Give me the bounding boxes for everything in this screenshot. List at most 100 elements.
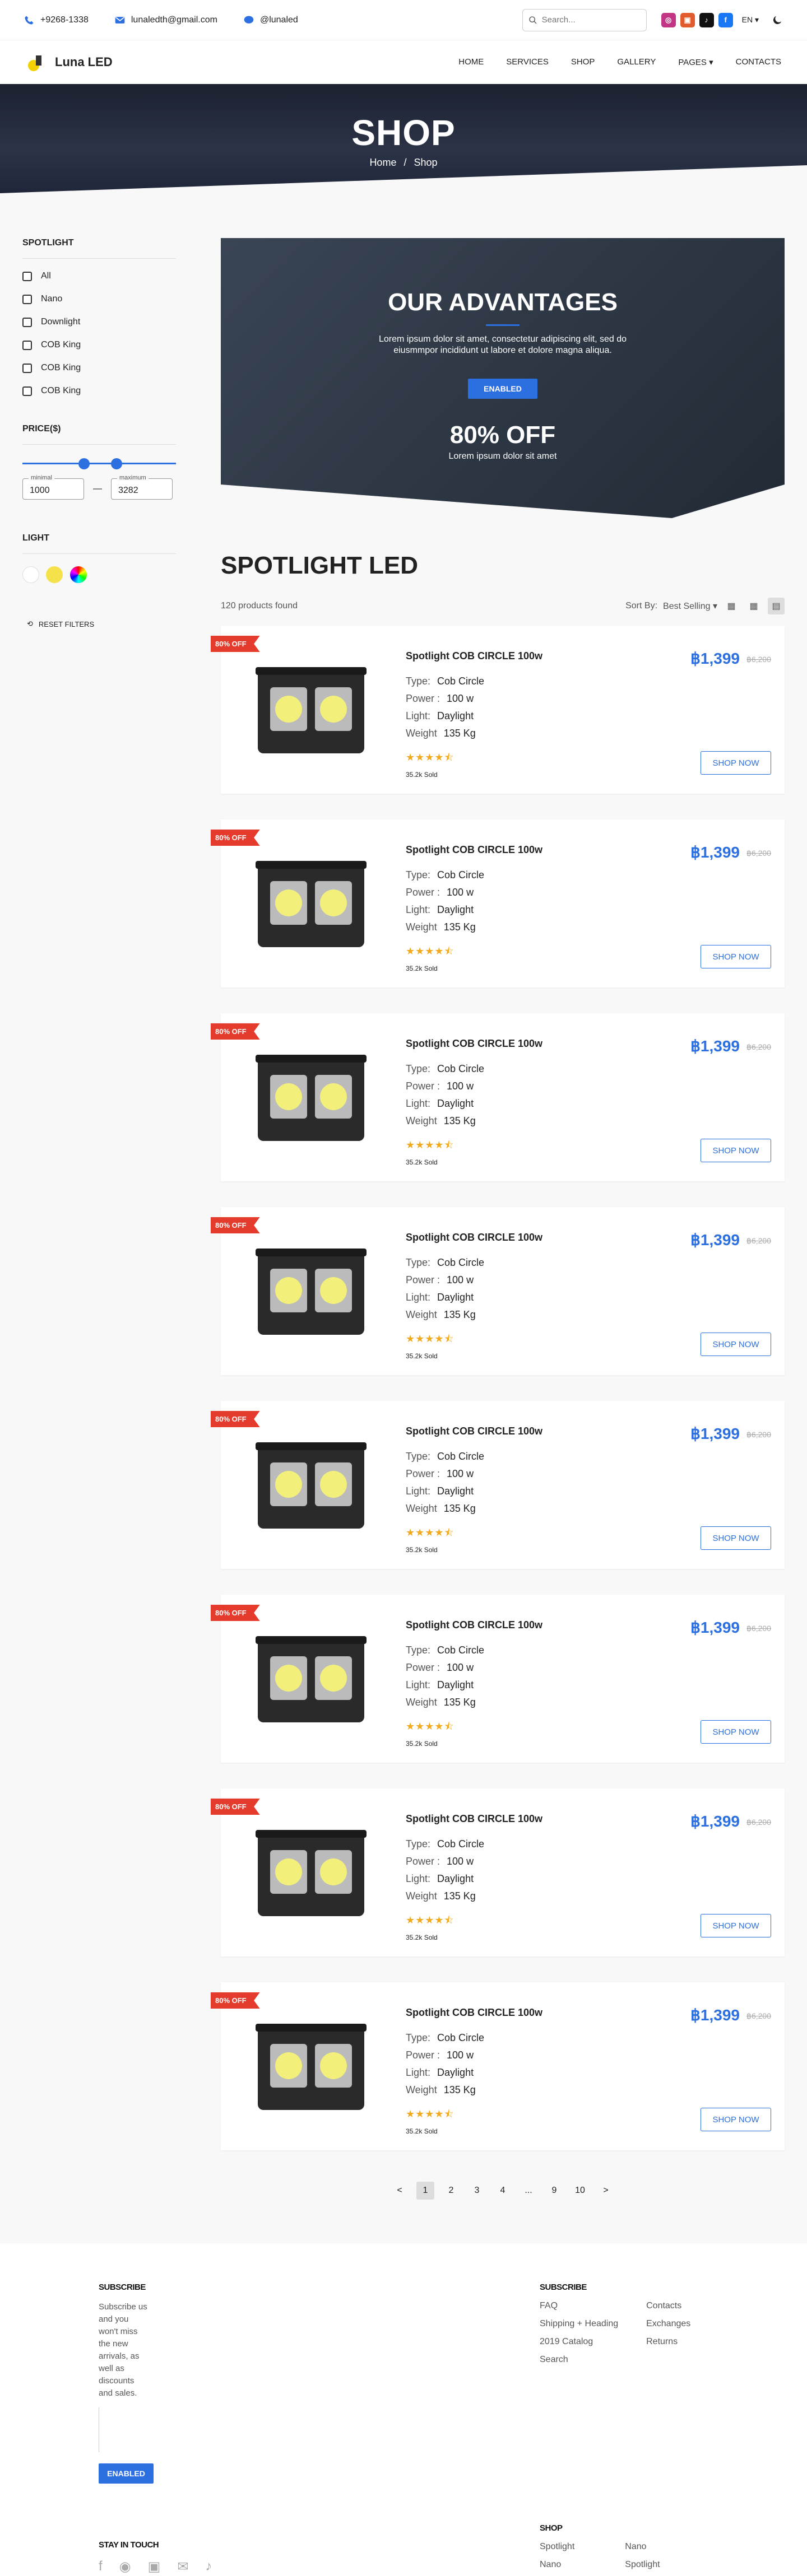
page-button[interactable]: 4: [494, 2182, 512, 2200]
shop-now-button[interactable]: SHOP NOW: [701, 751, 771, 775]
product-card[interactable]: 80% OFF Spotlight COB CIRCLE 100w Type: Cob…: [211, 1207, 785, 1375]
product-image[interactable]: [252, 1824, 370, 1923]
filter-option[interactable]: Downlight: [22, 317, 176, 327]
footer-link[interactable]: Spotlight: [625, 2560, 660, 2570]
footer-link[interactable]: 2019 Catalog: [540, 2337, 618, 2347]
nav-gallery[interactable]: GALLERY: [617, 57, 656, 67]
search-box[interactable]: [522, 8, 647, 31]
product-image[interactable]: [252, 2018, 370, 2117]
filter-option[interactable]: All: [22, 271, 176, 281]
grid-small-view-icon[interactable]: ▦: [745, 598, 762, 614]
page-button[interactable]: 1: [416, 2182, 434, 2200]
phone-contact[interactable]: +9268-1338: [24, 15, 89, 26]
line-icon[interactable]: ◉: [119, 2559, 131, 2575]
product-name[interactable]: Spotlight COB CIRCLE 100w: [406, 1619, 542, 1631]
footer-link[interactable]: Spotlight: [540, 2542, 574, 2552]
nav-contacts[interactable]: CONTACTS: [736, 57, 781, 67]
dark-mode-icon[interactable]: [771, 14, 783, 26]
product-card[interactable]: 80% OFF Spotlight COB CIRCLE 100w Type: Cob…: [211, 1595, 785, 1763]
page-button[interactable]: 3: [468, 2182, 486, 2200]
product-card[interactable]: 80% OFF Spotlight COB CIRCLE 100w Type: Cob…: [211, 1013, 785, 1181]
product-card[interactable]: 80% OFF Spotlight COB CIRCLE 100w Type: Cob…: [211, 1982, 785, 2150]
mail-icon[interactable]: ✉: [177, 2559, 188, 2575]
product-name[interactable]: Spotlight COB CIRCLE 100w: [406, 1038, 542, 1050]
shop-now-button[interactable]: SHOP NOW: [701, 1720, 771, 1744]
line-contact[interactable]: @lunaled: [243, 15, 298, 26]
list-view-icon[interactable]: ▤: [768, 598, 785, 614]
filter-option[interactable]: COB King: [22, 363, 176, 373]
nav-pages[interactable]: PAGES ▾: [678, 57, 713, 67]
checkbox[interactable]: [22, 271, 32, 281]
swatch-rgb[interactable]: [69, 566, 87, 583]
shop-icon[interactable]: ▣: [148, 2559, 161, 2575]
footer-link[interactable]: Nano: [625, 2542, 660, 2552]
footer-link[interactable]: FAQ: [540, 2301, 618, 2311]
footer-link[interactable]: Shipping + Heading: [540, 2319, 618, 2329]
language-select[interactable]: EN ▾: [742, 15, 759, 25]
product-name[interactable]: Spotlight COB CIRCLE 100w: [406, 844, 542, 856]
banner-button[interactable]: ENABLED: [468, 379, 537, 399]
shop-now-button[interactable]: SHOP NOW: [701, 2108, 771, 2131]
product-card[interactable]: 80% OFF Spotlight COB CIRCLE 100w Type: Cob…: [211, 1401, 785, 1569]
sort-select[interactable]: Best Selling ▾: [663, 600, 717, 612]
shopee-icon[interactable]: ▣: [680, 12, 695, 27]
shop-now-button[interactable]: SHOP NOW: [701, 1333, 771, 1356]
prev-page-button[interactable]: <: [391, 2182, 409, 2200]
footer-link[interactable]: Nano: [540, 2560, 574, 2570]
swatch-white[interactable]: [22, 566, 39, 583]
filter-option[interactable]: COB King: [22, 340, 176, 350]
shop-now-button[interactable]: SHOP NOW: [701, 1914, 771, 1937]
swatch-yellow[interactable]: [46, 566, 63, 583]
tiktok-icon[interactable]: ♪: [699, 12, 714, 27]
product-card[interactable]: 80% OFF Spotlight COB CIRCLE 100w Type: Cob…: [211, 1788, 785, 1957]
checkbox[interactable]: [22, 317, 32, 327]
product-name[interactable]: Spotlight COB CIRCLE 100w: [406, 1813, 542, 1825]
grid-view-icon[interactable]: ▦: [723, 598, 740, 614]
product-image[interactable]: [252, 1631, 370, 1729]
checkbox[interactable]: [22, 386, 32, 396]
nav-shop[interactable]: SHOP: [571, 57, 595, 67]
product-image[interactable]: [252, 1243, 370, 1341]
subscribe-button[interactable]: ENABLED: [99, 2463, 154, 2484]
checkbox[interactable]: [22, 340, 32, 350]
tiktok-icon[interactable]: ♪: [205, 2559, 212, 2575]
product-image[interactable]: [252, 662, 370, 760]
price-max-field[interactable]: maximum 3282: [111, 474, 173, 500]
shop-now-button[interactable]: SHOP NOW: [701, 1526, 771, 1550]
product-name[interactable]: Spotlight COB CIRCLE 100w: [406, 1426, 542, 1437]
facebook-icon[interactable]: f: [99, 2559, 103, 2575]
product-card[interactable]: 80% OFF Spotlight COB CIRCLE 100w Type: Cob…: [211, 819, 785, 987]
price-range-slider[interactable]: [22, 457, 176, 471]
price-min-field[interactable]: minimal 1000: [22, 474, 84, 500]
footer-link[interactable]: Exchanges: [646, 2319, 690, 2329]
footer-link[interactable]: Returns: [646, 2337, 690, 2347]
product-image[interactable]: [252, 1049, 370, 1148]
checkbox[interactable]: [22, 294, 32, 304]
page-button[interactable]: 2: [442, 2182, 460, 2200]
next-page-button[interactable]: >: [597, 2182, 615, 2200]
footer-link[interactable]: Contacts: [646, 2301, 690, 2311]
product-name[interactable]: Spotlight COB CIRCLE 100w: [406, 650, 542, 662]
nav-services[interactable]: SERVICES: [506, 57, 549, 67]
shop-now-button[interactable]: SHOP NOW: [701, 945, 771, 968]
checkbox[interactable]: [22, 363, 32, 373]
product-image[interactable]: [252, 855, 370, 954]
email-contact[interactable]: lunaledth@gmail.com: [114, 15, 217, 26]
search-input[interactable]: [541, 15, 637, 25]
reset-filters-button[interactable]: ⟲ RESET FILTERS: [27, 619, 176, 628]
instagram-icon[interactable]: ◎: [661, 12, 676, 27]
slider-max-handle[interactable]: [111, 458, 122, 469]
slider-min-handle[interactable]: [78, 458, 90, 469]
product-image[interactable]: [252, 1437, 370, 1535]
facebook-icon[interactable]: f: [718, 12, 733, 27]
product-name[interactable]: Spotlight COB CIRCLE 100w: [406, 1232, 542, 1243]
filter-option[interactable]: Nano: [22, 294, 176, 304]
filter-option[interactable]: COB King: [22, 386, 176, 396]
page-button[interactable]: 10: [571, 2182, 589, 2200]
footer-link[interactable]: Search: [540, 2355, 618, 2365]
breadcrumb-home[interactable]: Home: [369, 157, 396, 168]
brand-logo[interactable]: Luna LED: [26, 51, 113, 73]
product-name[interactable]: Spotlight COB CIRCLE 100w: [406, 2007, 542, 2019]
shop-now-button[interactable]: SHOP NOW: [701, 1139, 771, 1162]
nav-home[interactable]: HOME: [458, 57, 484, 67]
